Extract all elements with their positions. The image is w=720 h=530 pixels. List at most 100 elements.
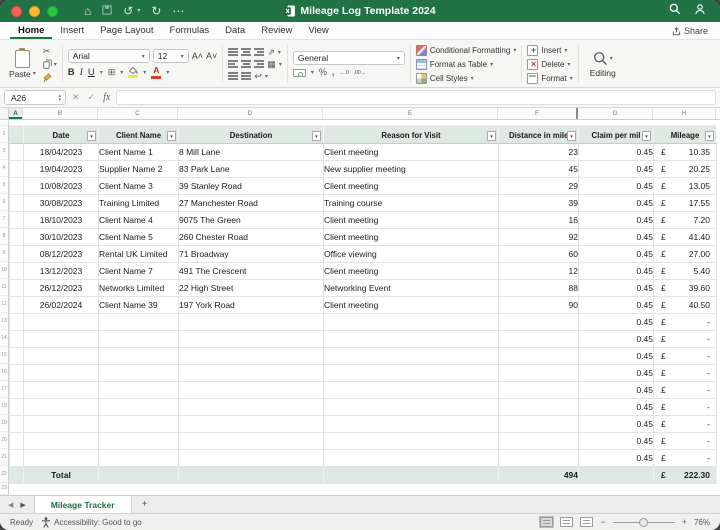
undo-button[interactable]: ↺ [123,5,133,17]
cell-destination[interactable]: 197 York Road [179,297,324,314]
shrink-font-button[interactable]: A˅ [206,51,217,61]
delete-cells-button[interactable]: Delete▾ [527,58,572,70]
cell-mileage[interactable]: £- [654,450,717,467]
cell-mileage[interactable]: £- [654,433,717,450]
cell-client-name[interactable]: Client Name 3 [99,178,179,195]
cell-mileage[interactable]: £7.20 [654,212,717,229]
cell-spacer[interactable] [10,467,24,484]
menu-tab-insert[interactable]: Insert [52,23,92,39]
row-header-11[interactable]: 11 [0,279,8,296]
cell-date[interactable] [24,365,99,382]
cell-reason[interactable]: Client meeting [324,144,499,161]
row-header-21[interactable]: 21 [0,449,8,466]
cell-mileage[interactable]: £39.60 [654,280,717,297]
cell-claim[interactable]: 0.45 [579,178,654,195]
column-header-e[interactable]: E [323,108,498,119]
cell-reason[interactable] [324,399,499,416]
cell-mileage[interactable]: £41.40 [654,229,717,246]
cell-spacer[interactable] [10,229,24,246]
cell-reason[interactable]: Client meeting [324,297,499,314]
cell-claim[interactable]: 0.45 [579,331,654,348]
filter-button-date[interactable]: ▼ [87,131,96,141]
confirm-entry-icon[interactable]: ✓ [88,92,96,103]
header-cell-distance-in-miles[interactable]: Distance in miles▼ [499,127,579,144]
zoom-in-button[interactable]: + [682,518,687,527]
filter-button-client-name[interactable]: ▼ [167,131,176,141]
row-header-7[interactable]: 7 [0,211,8,228]
cell-claim[interactable]: 0.45 [579,314,654,331]
cell-distance[interactable] [499,450,579,467]
cell-reason[interactable]: Client meeting [324,229,499,246]
row-header-19[interactable]: 19 [0,415,8,432]
cell-destination[interactable] [179,416,324,433]
insert-cells-button[interactable]: Insert▾ [527,44,572,56]
cell-mileage[interactable]: £10.35 [654,144,717,161]
number-format-select[interactable]: General▾ [293,51,405,65]
cell-claim[interactable]: 0.45 [579,416,654,433]
cell-distance[interactable]: 92 [499,229,579,246]
cell-date[interactable] [24,331,99,348]
cell-client-name[interactable]: Client Name 5 [99,229,179,246]
cell-distance[interactable]: 16 [499,212,579,229]
cell-distance[interactable]: 12 [499,263,579,280]
editing-group[interactable]: ▾ Editing [584,43,622,85]
total-distance-cell[interactable]: 494 [499,467,579,484]
cell-reason[interactable]: Networking Event [324,280,499,297]
cell-destination[interactable]: 39 Stanley Road [179,178,324,195]
cell-claim[interactable]: 0.45 [579,382,654,399]
header-cell-reason-for-visit[interactable]: Reason for Visit▼ [324,127,499,144]
cell-client-name[interactable]: Supplier Name 2 [99,161,179,178]
next-sheet-icon[interactable]: ▶ [20,501,25,509]
row-header-17[interactable]: 17 [0,381,8,398]
copy-button[interactable]: ▾ [43,59,57,70]
cell-spacer[interactable] [10,433,24,450]
borders-button[interactable]: ⊞ [108,68,116,77]
row-header-2[interactable]: 2 [0,126,8,143]
format-cells-button[interactable]: Format▾ [527,72,572,84]
cell-claim[interactable]: 0.45 [579,399,654,416]
cell-reason[interactable] [324,314,499,331]
cell-date[interactable] [24,433,99,450]
cell-destination[interactable] [179,433,324,450]
cell-spacer[interactable] [10,297,24,314]
row-header-13[interactable]: 13 [0,313,8,330]
cell-distance[interactable] [499,365,579,382]
cell-destination[interactable]: 22 High Street [179,280,324,297]
cell-client-name[interactable] [99,331,179,348]
font-name-select[interactable]: Arial▾ [68,49,150,63]
fullscreen-button[interactable] [47,6,58,17]
cell-mileage[interactable]: £- [654,416,717,433]
cell-date[interactable]: 19/04/2023 [24,161,99,178]
cell-distance[interactable]: 45 [499,161,579,178]
total-label-cell[interactable]: Total [24,467,99,484]
header-cell-spacer[interactable] [10,127,24,144]
filter-button-reason-for-visit[interactable]: ▼ [487,131,496,141]
percent-style-button[interactable]: % [319,68,327,77]
prev-sheet-icon[interactable]: ◀ [8,501,13,509]
cell-mileage[interactable]: £- [654,348,717,365]
account-icon[interactable] [694,2,706,20]
cell-destination[interactable] [179,331,324,348]
menu-tab-view[interactable]: View [300,23,336,39]
page-layout-view-button[interactable] [560,517,573,527]
cell-claim[interactable]: 0.45 [579,348,654,365]
cell-client-name[interactable] [99,433,179,450]
cell-client-name[interactable]: Client Name 4 [99,212,179,229]
row-header-20[interactable]: 20 [0,432,8,449]
cell-client-name[interactable] [99,450,179,467]
sheet-tab-mileage-tracker[interactable]: Mileage Tracker [34,496,132,513]
menu-tab-home[interactable]: Home [10,23,52,39]
column-header-a[interactable]: A [9,108,23,119]
cell-reason[interactable] [324,331,499,348]
header-cell-client-name[interactable]: Client Name▼ [99,127,179,144]
row-header-4[interactable]: 4 [0,160,8,177]
cell-client-name[interactable]: Client Name 1 [99,144,179,161]
cell-spacer[interactable] [10,365,24,382]
cell-claim[interactable]: 0.45 [579,161,654,178]
filter-button-destination[interactable]: ▼ [312,131,321,141]
cell-styles-button[interactable]: Cell Styles▾ [416,72,517,84]
accounting-format-icon[interactable] [293,69,306,77]
cell-claim[interactable]: 0.45 [579,195,654,212]
undo-caret-icon[interactable]: ▾ [137,8,140,14]
increase-decimal-button[interactable]: ←.0 [339,70,348,76]
